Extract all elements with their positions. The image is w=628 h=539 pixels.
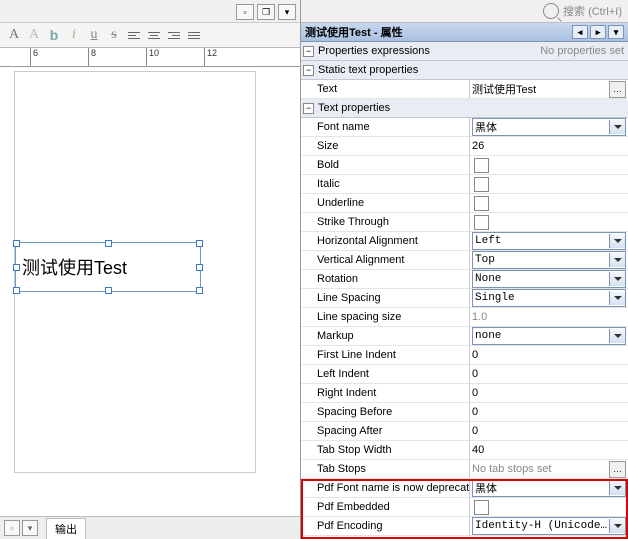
line-spacing-size-value[interactable]: 1.0 [470, 308, 628, 326]
search-icon[interactable] [543, 3, 559, 19]
left-indent-value[interactable]: 0 [470, 365, 628, 383]
resize-handle[interactable] [105, 287, 112, 294]
spacing-after-value[interactable]: 0 [470, 422, 628, 440]
expand-icon[interactable]: − [303, 65, 314, 76]
spacing-before-value[interactable]: 0 [470, 403, 628, 421]
window-more-icon[interactable]: ▾ [278, 4, 296, 20]
align-center-button[interactable] [146, 27, 162, 43]
pdf-font-combo[interactable]: 黑体 [472, 479, 626, 497]
tab-stops-button[interactable]: … [609, 461, 626, 478]
resize-handle[interactable] [105, 240, 112, 247]
tab-stop-width-value[interactable]: 40 [470, 441, 628, 459]
valign-combo[interactable]: Top [472, 251, 626, 269]
underline-button[interactable]: u [86, 27, 102, 43]
bold-checkbox[interactable] [474, 158, 489, 173]
strike-checkbox[interactable] [474, 215, 489, 230]
size-value[interactable]: 26 [470, 137, 628, 155]
resize-handle[interactable] [196, 264, 203, 271]
search-placeholder[interactable]: 搜索 (Ctrl+I) [563, 3, 622, 19]
align-right-button[interactable] [166, 27, 182, 43]
tab-stops-value[interactable]: No tab stops set… [470, 460, 628, 478]
pdf-embedded-checkbox[interactable] [474, 500, 489, 515]
chevron-down-icon[interactable] [609, 120, 625, 134]
font-color-icon[interactable]: A [6, 27, 22, 43]
chevron-down-icon[interactable] [609, 329, 625, 343]
section-static-text[interactable]: − Static text properties [301, 61, 628, 80]
panel-title: 测试使用Test - 属性 [305, 24, 403, 40]
resize-handle[interactable] [13, 240, 20, 247]
rotation-combo[interactable]: None [472, 270, 626, 288]
line-spacing-combo[interactable]: Single [472, 289, 626, 307]
chevron-down-icon[interactable] [609, 481, 625, 495]
static-text-content: 测试使用Test [22, 254, 127, 280]
window-restore-icon[interactable]: ❐ [257, 4, 275, 20]
chevron-down-icon[interactable] [609, 234, 625, 248]
panel-scroll-left-icon[interactable]: ◂ [572, 25, 588, 39]
bold-button[interactable]: b [46, 27, 62, 43]
chevron-down-icon[interactable] [609, 519, 625, 533]
ruler: 6 8 10 12 [0, 48, 300, 67]
chevron-down-icon[interactable] [609, 272, 625, 286]
font-name-combo[interactable]: 黑体 [472, 118, 626, 136]
prop-text-value[interactable]: 测试使用Test… [470, 80, 628, 98]
output-menu-icon[interactable]: ▾ [22, 520, 38, 536]
prop-text-label: Text [301, 80, 470, 98]
panel-scroll-right-icon[interactable]: ▸ [590, 25, 606, 39]
right-indent-value[interactable]: 0 [470, 384, 628, 402]
window-min-icon[interactable]: ▫ [236, 4, 254, 20]
output-tab[interactable]: 输出 [46, 518, 86, 539]
resize-handle[interactable] [13, 264, 20, 271]
chevron-down-icon[interactable] [609, 291, 625, 305]
edit-text-button[interactable]: … [609, 81, 626, 98]
expand-icon[interactable]: − [303, 46, 314, 57]
align-justify-button[interactable] [186, 27, 202, 43]
pdf-encoding-combo[interactable]: Identity-H (Unicode... [472, 517, 626, 535]
resize-handle[interactable] [196, 240, 203, 247]
resize-handle[interactable] [196, 287, 203, 294]
section-properties-expressions[interactable]: − Properties expressions No properties s… [301, 42, 628, 61]
chevron-down-icon[interactable] [609, 253, 625, 267]
section-text-properties[interactable]: − Text properties [301, 99, 628, 118]
resize-handle[interactable] [13, 287, 20, 294]
italic-checkbox[interactable] [474, 177, 489, 192]
format-toolbar: A A b i u s [0, 23, 300, 48]
italic-button[interactable]: i [66, 27, 82, 43]
output-pin-icon[interactable]: ▫ [4, 520, 20, 536]
panel-menu-icon[interactable]: ▾ [608, 25, 624, 39]
design-canvas[interactable]: 测试使用Test [14, 71, 256, 473]
halign-combo[interactable]: Left [472, 232, 626, 250]
markup-combo[interactable]: none [472, 327, 626, 345]
first-line-indent-value[interactable]: 0 [470, 346, 628, 364]
font-color2-icon[interactable]: A [26, 27, 42, 43]
align-left-button[interactable] [126, 27, 142, 43]
properties-panel-header: 测试使用Test - 属性 ◂ ▸ ▾ [301, 23, 628, 42]
strike-button[interactable]: s [106, 27, 122, 43]
expand-icon[interactable]: − [303, 103, 314, 114]
underline-checkbox[interactable] [474, 196, 489, 211]
static-text-element[interactable]: 测试使用Test [15, 242, 201, 292]
property-grid: − Properties expressions No properties s… [301, 42, 628, 539]
